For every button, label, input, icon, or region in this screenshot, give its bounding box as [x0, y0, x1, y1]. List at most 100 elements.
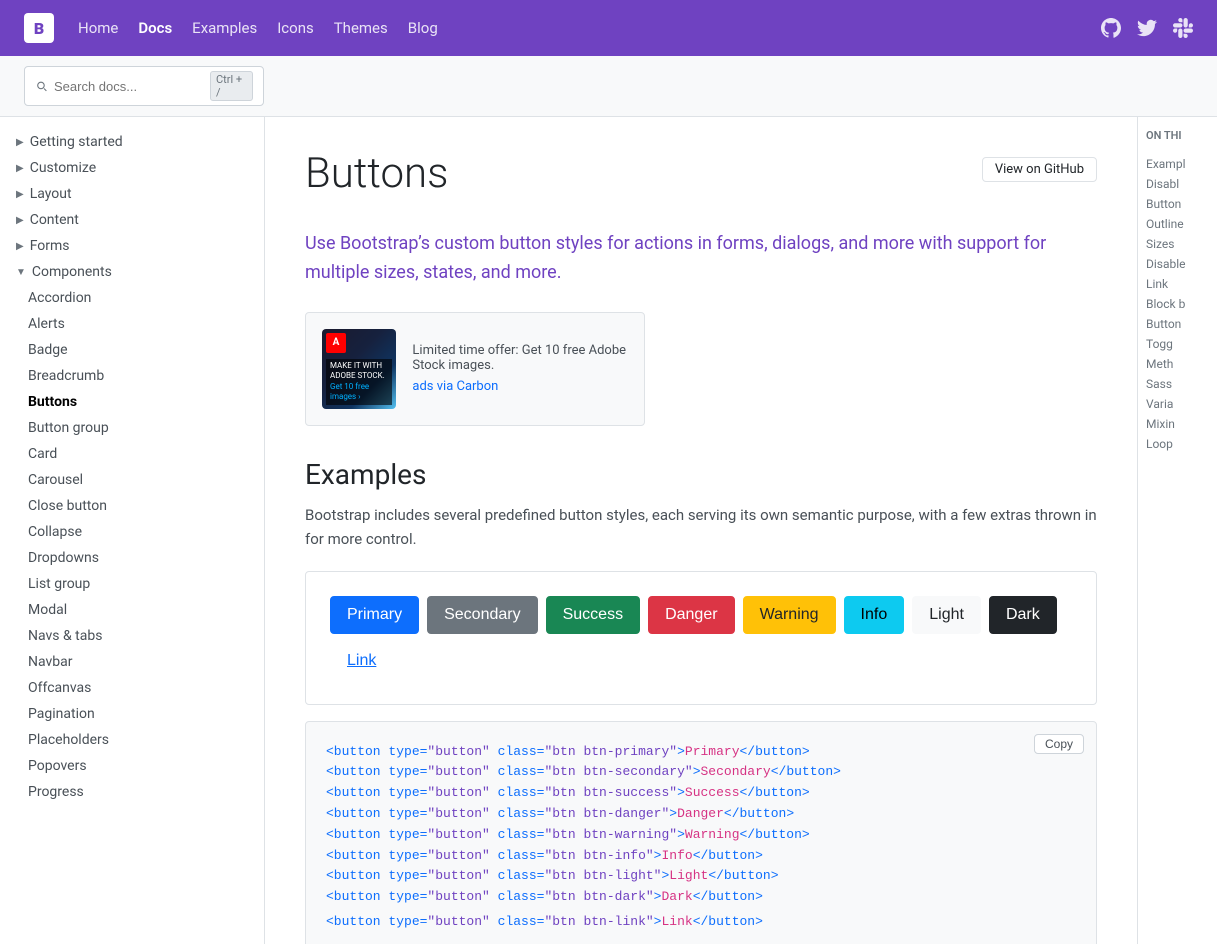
right-sidebar-item-block-b[interactable]: Block b: [1146, 294, 1209, 314]
code-line: <button type="button" class="btn btn-suc…: [326, 783, 1076, 804]
right-sidebar-item-button2[interactable]: Button: [1146, 314, 1209, 334]
navbar-right: [1101, 18, 1193, 38]
nav-icons[interactable]: Icons: [277, 19, 314, 37]
code-content: <button type="button" class="btn btn-pri…: [326, 742, 1076, 933]
code-line: <button type="button" class="btn btn-lig…: [326, 866, 1076, 887]
code-line: <button type="button" class="btn btn-lin…: [326, 912, 1076, 933]
sidebar-item-navbar[interactable]: Navbar: [0, 649, 264, 675]
nav-themes[interactable]: Themes: [334, 19, 388, 37]
carbon-link[interactable]: ads via Carbon: [412, 379, 498, 394]
chevron-right-icon: ▶: [16, 189, 24, 200]
examples-heading: Examples: [305, 458, 1097, 491]
nav-docs[interactable]: Docs: [138, 19, 172, 37]
chevron-right-icon: ▶: [16, 163, 24, 174]
twitter-icon[interactable]: [1137, 18, 1157, 38]
navbar: B Home Docs Examples Icons Themes Blog: [0, 0, 1217, 56]
brand-link[interactable]: B: [24, 13, 54, 43]
code-line: <button type="button" class="btn btn-inf…: [326, 846, 1076, 867]
sidebar-item-card[interactable]: Card: [0, 441, 264, 467]
chevron-right-icon: ▶: [16, 137, 24, 148]
right-sidebar-item-toggle[interactable]: Togg: [1146, 334, 1209, 354]
search-shortcut: Ctrl + /: [210, 71, 253, 101]
code-line: <button type="button" class="btn btn-dar…: [326, 887, 1076, 908]
btn-primary[interactable]: Primary: [330, 596, 419, 634]
right-sidebar-item-link[interactable]: Link: [1146, 274, 1209, 294]
nav-blog[interactable]: Blog: [408, 19, 438, 37]
sidebar-item-forms[interactable]: ▶ Forms: [0, 233, 264, 259]
sidebar-item-dropdowns[interactable]: Dropdowns: [0, 545, 264, 571]
btn-warning[interactable]: Warning: [743, 596, 836, 634]
sidebar-item-modal[interactable]: Modal: [0, 597, 264, 623]
sidebar-item-offcanvas[interactable]: Offcanvas: [0, 675, 264, 701]
chevron-right-icon: ▶: [16, 241, 24, 252]
btn-secondary[interactable]: Secondary: [427, 596, 538, 634]
sidebar-item-list-group[interactable]: List group: [0, 571, 264, 597]
sidebar-item-carousel[interactable]: Carousel: [0, 467, 264, 493]
nav-examples[interactable]: Examples: [192, 19, 257, 37]
right-sidebar: On thi Exampl Disabl Button Outline Size…: [1137, 117, 1217, 944]
btn-danger[interactable]: Danger: [648, 596, 734, 634]
ad-text-content: Limited time offer: Get 10 free Adobe St…: [412, 343, 628, 394]
sidebar-item-close-button[interactable]: Close button: [0, 493, 264, 519]
ad-image: A MAKE IT WITH ADOBE STOCK.Get 10 free i…: [322, 329, 396, 409]
sidebar-item-button-group[interactable]: Button group: [0, 415, 264, 441]
page-title: Buttons: [305, 149, 448, 198]
main-content: Buttons View on GitHub Use Bootstrap’s c…: [265, 117, 1137, 944]
brand-icon: B: [24, 13, 54, 43]
right-sidebar-item-mixins[interactable]: Mixin: [1146, 414, 1209, 434]
github-icon[interactable]: [1101, 18, 1121, 38]
search-bar: Ctrl + /: [0, 56, 1217, 117]
adobe-logo: A: [326, 333, 346, 353]
copy-button[interactable]: Copy: [1034, 734, 1084, 754]
right-sidebar-title: On thi: [1146, 129, 1209, 142]
right-sidebar-item-loop[interactable]: Loop: [1146, 434, 1209, 454]
sidebar-item-buttons[interactable]: Buttons: [0, 389, 264, 415]
right-sidebar-item-variables[interactable]: Varia: [1146, 394, 1209, 414]
btn-dark[interactable]: Dark: [989, 596, 1057, 634]
nav-home[interactable]: Home: [78, 19, 118, 37]
ad-offer-text: Limited time offer: Get 10 free Adobe St…: [412, 343, 628, 373]
right-sidebar-item-sass[interactable]: Sass: [1146, 374, 1209, 394]
btn-info[interactable]: Info: [844, 596, 905, 634]
ad-box: A MAKE IT WITH ADOBE STOCK.Get 10 free i…: [305, 312, 645, 426]
right-sidebar-item-outline[interactable]: Outline: [1146, 214, 1209, 234]
search-input-wrap[interactable]: Ctrl + /: [24, 66, 264, 106]
sidebar-item-progress[interactable]: Progress: [0, 779, 264, 805]
sidebar-item-getting-started[interactable]: ▶ Getting started: [0, 129, 264, 155]
slack-icon[interactable]: [1173, 18, 1193, 38]
chevron-down-icon: ▼: [16, 267, 26, 278]
btn-light[interactable]: Light: [912, 596, 981, 634]
button-demo-box: Primary Secondary Success Danger Warning…: [305, 571, 1097, 705]
right-sidebar-item-methods[interactable]: Meth: [1146, 354, 1209, 374]
sidebar-item-customize[interactable]: ▶ Customize: [0, 155, 264, 181]
sidebar-item-pagination[interactable]: Pagination: [0, 701, 264, 727]
btn-success[interactable]: Success: [546, 596, 640, 634]
right-sidebar-item-disabled[interactable]: Disabl: [1146, 174, 1209, 194]
sidebar-item-navs-tabs[interactable]: Navs & tabs: [0, 623, 264, 649]
sidebar: ▶ Getting started ▶ Customize ▶ Layout ▶…: [0, 117, 265, 944]
lead-text: Use Bootstrap’s custom button styles for…: [305, 230, 1097, 288]
sidebar-item-placeholders[interactable]: Placeholders: [0, 727, 264, 753]
examples-desc: Bootstrap includes several predefined bu…: [305, 503, 1097, 551]
btn-link[interactable]: Link: [330, 642, 393, 680]
right-sidebar-item-button[interactable]: Button: [1146, 194, 1209, 214]
sidebar-item-components[interactable]: ▼ Components: [0, 259, 264, 285]
sidebar-item-breadcrumb[interactable]: Breadcrumb: [0, 363, 264, 389]
right-sidebar-item-disable[interactable]: Disable: [1146, 254, 1209, 274]
ad-via-carbon: ads via Carbon: [412, 379, 628, 394]
right-sidebar-item-sizes[interactable]: Sizes: [1146, 234, 1209, 254]
chevron-right-icon: ▶: [16, 215, 24, 226]
sidebar-item-alerts[interactable]: Alerts: [0, 311, 264, 337]
view-on-github-button[interactable]: View on GitHub: [982, 157, 1097, 182]
sidebar-item-popovers[interactable]: Popovers: [0, 753, 264, 779]
sidebar-item-content[interactable]: ▶ Content: [0, 207, 264, 233]
nav-links: Home Docs Examples Icons Themes Blog: [78, 19, 438, 37]
sidebar-item-layout[interactable]: ▶ Layout: [0, 181, 264, 207]
search-input[interactable]: [54, 79, 204, 94]
layout: ▶ Getting started ▶ Customize ▶ Layout ▶…: [0, 117, 1217, 944]
sidebar-item-accordion[interactable]: Accordion: [0, 285, 264, 311]
sidebar-item-collapse[interactable]: Collapse: [0, 519, 264, 545]
right-sidebar-item-examples[interactable]: Exampl: [1146, 154, 1209, 174]
ad-image-overlay: MAKE IT WITH ADOBE STOCK.Get 10 free ima…: [326, 359, 392, 405]
sidebar-item-badge[interactable]: Badge: [0, 337, 264, 363]
